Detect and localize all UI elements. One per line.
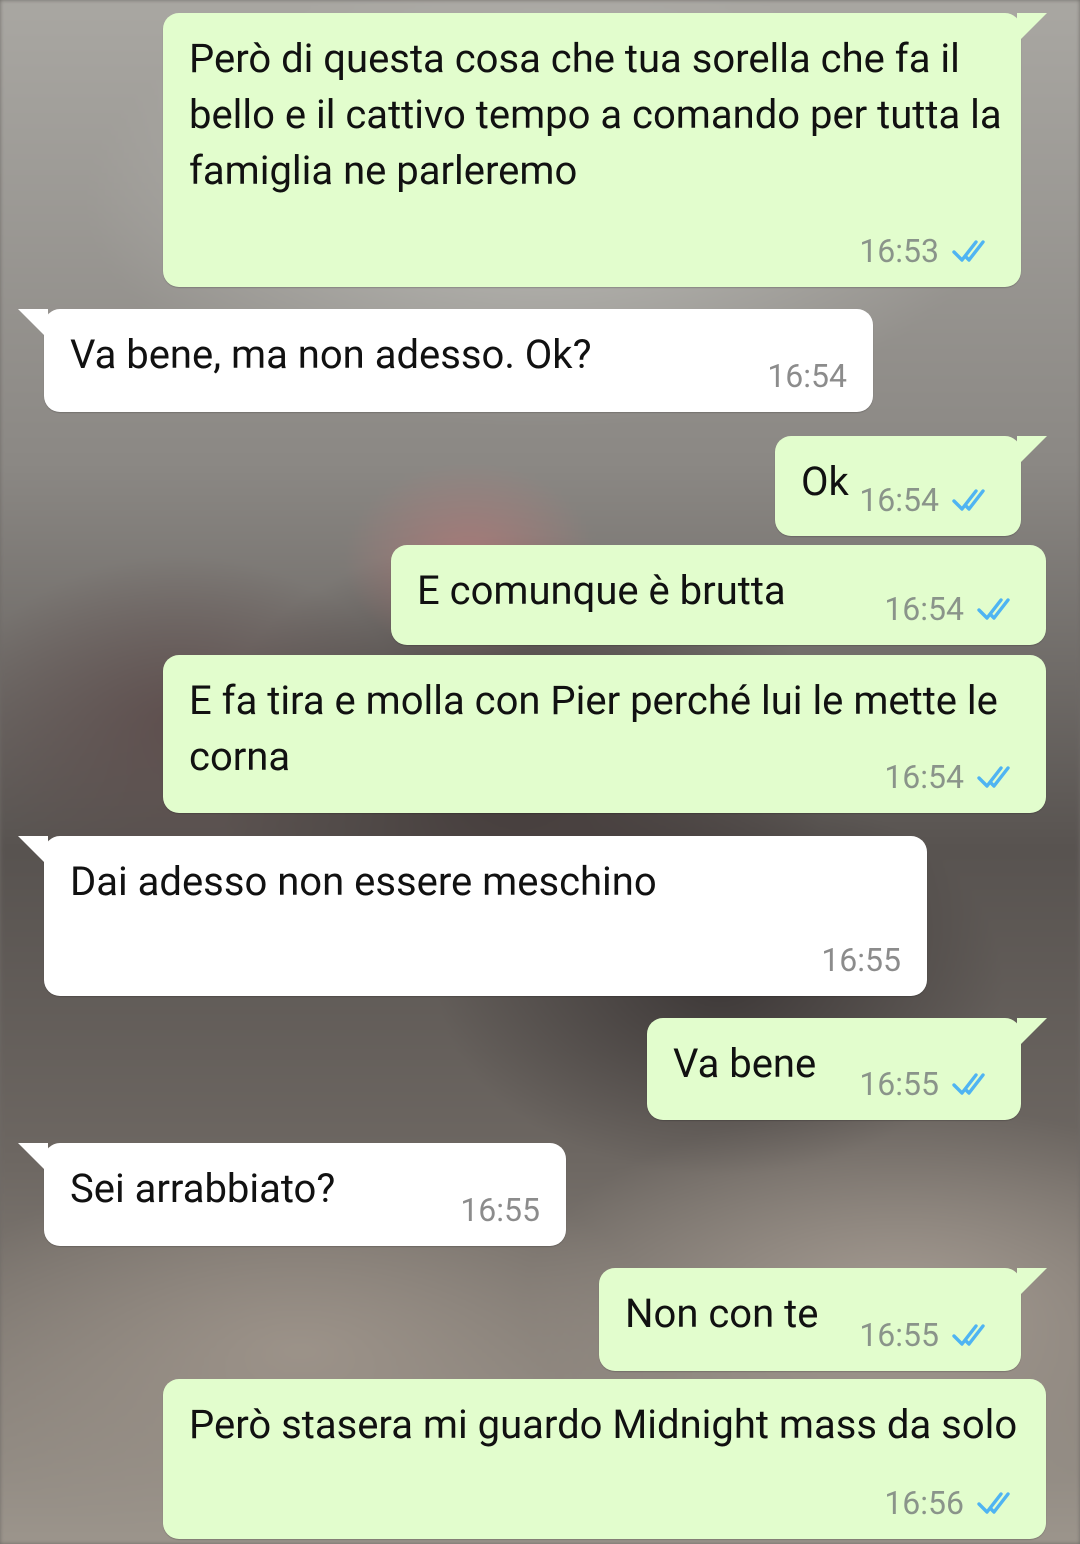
message-bubble-incoming[interactable]: Sei arrabbiato? 16:55	[18, 1143, 566, 1246]
message-bubble-outgoing[interactable]: Va bene 16:55	[647, 1018, 1047, 1120]
message-time: 16:55	[859, 1316, 939, 1354]
message-meta: 16:55	[859, 1317, 995, 1353]
read-double-check-icon	[976, 1490, 1020, 1516]
read-double-check-icon	[976, 596, 1020, 622]
message-time: 16:55	[460, 1191, 540, 1229]
read-double-check-icon	[951, 238, 995, 264]
message-text: Non con te	[625, 1290, 819, 1337]
message-meta: 16:54	[884, 759, 1020, 795]
message-time: 16:54	[767, 357, 847, 395]
message-meta: 16:54	[767, 358, 847, 394]
message-bubble-outgoing[interactable]: Però stasera mi guardo Midnight mass da …	[163, 1379, 1046, 1539]
read-double-check-icon	[951, 1071, 995, 1097]
message-time: 16:53	[859, 232, 939, 270]
message-meta: 16:55	[460, 1192, 540, 1228]
message-time: 16:54	[859, 481, 939, 519]
message-meta: 16:54	[884, 591, 1020, 627]
message-meta: 16:55	[859, 1066, 995, 1102]
message-text: Va bene	[673, 1040, 817, 1087]
message-text: Sei arrabbiato?	[70, 1165, 336, 1212]
message-meta: 16:53	[859, 233, 995, 269]
message-time: 16:54	[884, 590, 964, 628]
message-meta: 16:55	[821, 942, 901, 978]
message-time: 16:55	[821, 941, 901, 979]
message-bubble-incoming[interactable]: Dai adesso non essere meschino 16:55	[18, 836, 927, 996]
message-time: 16:56	[884, 1484, 964, 1522]
message-bubble-outgoing[interactable]: Però di questa cosa che tua sorella che …	[163, 13, 1047, 287]
message-bubble-outgoing[interactable]: E fa tira e molla con Pier perché lui le…	[163, 655, 1046, 813]
message-bubble-outgoing[interactable]: E comunque è brutta 16:54	[391, 545, 1046, 645]
message-text: Dai adesso non essere meschino	[70, 858, 657, 905]
read-double-check-icon	[951, 1322, 995, 1348]
chat-thread[interactable]: Però di questa cosa che tua sorella che …	[0, 0, 1080, 1544]
read-double-check-icon	[951, 487, 995, 513]
message-text: E comunque è brutta	[417, 567, 786, 614]
message-meta: 16:54	[859, 482, 995, 518]
message-time: 16:54	[884, 758, 964, 796]
message-text: Però di questa cosa che tua sorella che …	[189, 35, 1002, 194]
message-meta: 16:56	[884, 1485, 1020, 1521]
message-bubble-outgoing[interactable]: Non con te 16:55	[599, 1268, 1047, 1371]
message-text: Però stasera mi guardo Midnight mass da …	[189, 1401, 1018, 1448]
message-text: Va bene, ma non adesso. Ok?	[70, 331, 592, 378]
message-bubble-outgoing[interactable]: Ok 16:54	[775, 436, 1047, 536]
message-bubble-incoming[interactable]: Va bene, ma non adesso. Ok? 16:54	[18, 309, 873, 412]
message-time: 16:55	[859, 1065, 939, 1103]
message-text: Ok	[801, 458, 849, 505]
read-double-check-icon	[976, 764, 1020, 790]
